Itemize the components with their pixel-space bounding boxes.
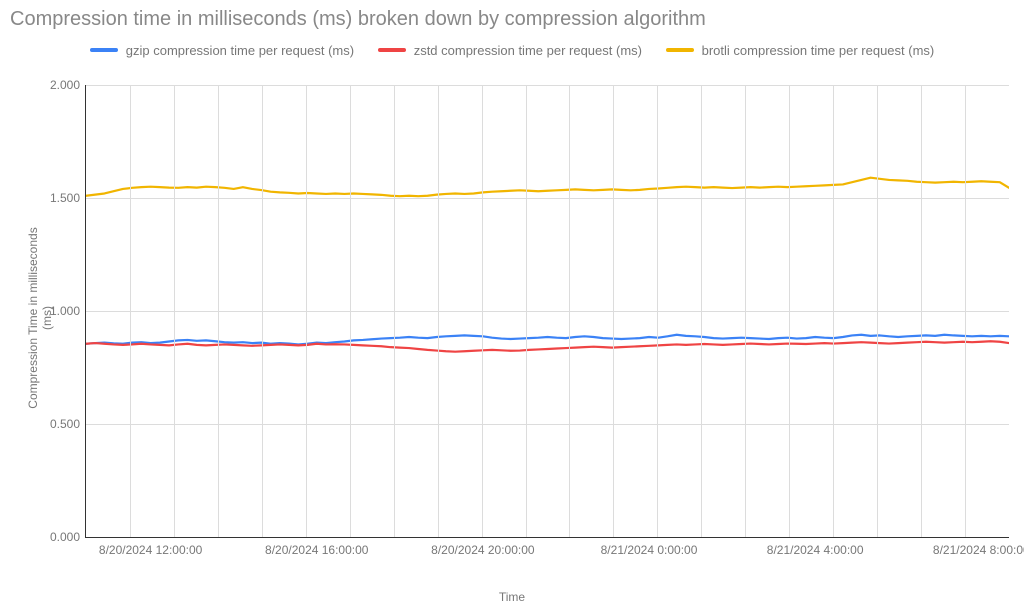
legend-item-zstd: zstd compression time per request (ms) (378, 43, 642, 58)
legend-label-zstd: zstd compression time per request (ms) (414, 43, 642, 58)
plot-area: 0.000 0.500 1.000 1.500 2.000 8/20/2024 12:00… (45, 75, 1014, 563)
grid-line-v (569, 85, 570, 537)
grid-line-v (701, 85, 702, 537)
legend-swatch-brotli (666, 48, 694, 52)
y-tick-label: 0.000 (50, 530, 80, 544)
y-tick-label: 1.000 (50, 304, 80, 318)
grid-line-v (350, 85, 351, 537)
y-tick-label: 1.500 (50, 191, 80, 205)
x-axis-title: Time (0, 590, 1024, 604)
y-tick-label: 0.500 (50, 417, 80, 431)
y-tick-label: 2.000 (50, 78, 80, 92)
grid-line-v (526, 85, 527, 537)
grid-line-v (394, 85, 395, 537)
grid-line-h (86, 198, 1009, 199)
grid-line-v (482, 85, 483, 537)
grid-line-v (877, 85, 878, 537)
legend: gzip compression time per request (ms) z… (0, 40, 1024, 58)
x-tick-label: 8/21/2024 4:00:00 (767, 543, 864, 557)
series-line (86, 178, 1009, 197)
grid-line-v (657, 85, 658, 537)
x-tick-label: 8/21/2024 0:00:00 (601, 543, 698, 557)
x-tick-label: 8/20/2024 16:00:00 (265, 543, 368, 557)
plot: 0.0000.5001.0001.5002.0008/20/2024 12:00… (85, 85, 1009, 538)
legend-item-gzip: gzip compression time per request (ms) (90, 43, 354, 58)
grid-line-h (86, 311, 1009, 312)
legend-swatch-zstd (378, 48, 406, 52)
x-tick-label: 8/20/2024 12:00:00 (99, 543, 202, 557)
grid-line-v (833, 85, 834, 537)
x-tick-label: 8/20/2024 20:00:00 (431, 543, 534, 557)
grid-line-h (86, 85, 1009, 86)
grid-line-v (218, 85, 219, 537)
grid-line-v (965, 85, 966, 537)
grid-line-v (613, 85, 614, 537)
grid-line-v (130, 85, 131, 537)
legend-swatch-gzip (90, 48, 118, 52)
legend-label-gzip: gzip compression time per request (ms) (126, 43, 354, 58)
grid-line-h (86, 424, 1009, 425)
chart-title: Compression time in milliseconds (ms) br… (10, 8, 706, 31)
grid-line-v (745, 85, 746, 537)
grid-line-v (438, 85, 439, 537)
x-tick-label: 8/21/2024 8:00:00 (933, 543, 1024, 557)
legend-item-brotli: brotli compression time per request (ms) (666, 43, 935, 58)
grid-line-v (789, 85, 790, 537)
legend-label-brotli: brotli compression time per request (ms) (702, 43, 935, 58)
grid-line-v (921, 85, 922, 537)
grid-line-v (174, 85, 175, 537)
grid-line-v (306, 85, 307, 537)
grid-line-v (262, 85, 263, 537)
